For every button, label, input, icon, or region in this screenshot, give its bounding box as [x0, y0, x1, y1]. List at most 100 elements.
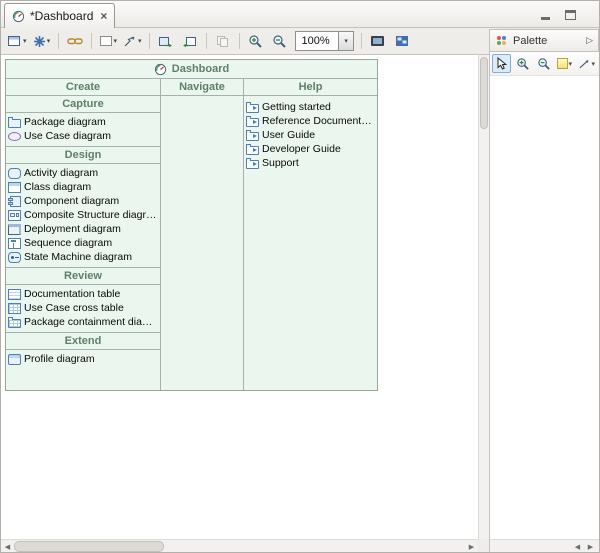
navigate-column-header: Navigate	[161, 79, 243, 96]
line-style-icon	[123, 35, 137, 48]
deployment-diagram-icon	[8, 224, 21, 235]
item-label: State Machine diagram	[24, 251, 132, 263]
note-tool-button[interactable]: ▾	[555, 54, 574, 73]
item-label: Component diagram	[24, 195, 119, 207]
zoom-in-button[interactable]	[245, 30, 267, 52]
package-containment-diagram-icon	[8, 319, 21, 328]
minimize-button[interactable]	[538, 8, 552, 20]
tab-close-icon[interactable]: ×	[100, 10, 107, 22]
validate-menu-button[interactable]: ▾	[31, 30, 53, 52]
dashboard-columns: Create Capture Package diagram Use Case …	[6, 79, 377, 390]
item-activity-diagram[interactable]: Activity diagram	[6, 166, 160, 180]
item-sequence-diagram[interactable]: Sequence diagram	[6, 236, 160, 250]
palette-body: ▾ ▾	[489, 52, 599, 539]
toolbar-separator	[206, 33, 207, 49]
use-case-diagram-icon	[8, 132, 21, 141]
shape-style-icon	[99, 35, 113, 47]
palette-scrollbar[interactable]: ◀ ▶	[489, 539, 599, 553]
diagram-overview-button[interactable]	[391, 30, 413, 52]
activity-diagram-icon	[8, 168, 21, 179]
create-column-header: Create	[6, 79, 160, 96]
item-use-case-cross-table[interactable]: Use Case cross table	[6, 301, 160, 315]
palette-zoom-out-button[interactable]	[534, 54, 553, 73]
item-label: Support	[262, 157, 299, 169]
palette-zoom-in-button[interactable]	[513, 54, 532, 73]
item-documentation-table[interactable]: Documentation table	[6, 287, 160, 301]
save-image-icon	[182, 35, 197, 48]
copy-image-button[interactable]	[155, 30, 177, 52]
save-image-button[interactable]	[179, 30, 201, 52]
dashboard-icon	[154, 63, 167, 76]
item-package-containment-diagram[interactable]: Package containment diagram	[6, 315, 160, 329]
zoom-out-icon	[272, 34, 287, 49]
toolbar-separator	[361, 33, 362, 49]
new-diagram-menu-button[interactable]: ▾	[5, 30, 29, 52]
new-diagram-icon	[7, 34, 22, 48]
item-support[interactable]: Support	[244, 156, 377, 170]
zoom-out-button[interactable]	[269, 30, 291, 52]
item-class-diagram[interactable]: Class diagram	[6, 180, 160, 194]
horizontal-scrollbar-thumb[interactable]	[14, 541, 164, 552]
overview-icon	[395, 35, 409, 47]
navigate-column: Navigate	[161, 79, 244, 390]
item-state-machine-diagram[interactable]: State Machine diagram	[6, 250, 160, 264]
zoom-combo-dropdown-button[interactable]: ▾	[338, 32, 353, 50]
zoom-out-icon	[537, 57, 551, 71]
item-use-case-diagram[interactable]: Use Case diagram	[6, 129, 160, 143]
item-user-guide[interactable]: User Guide	[244, 128, 377, 142]
screenshot-icon	[370, 35, 385, 47]
link-with-editor-icon	[67, 35, 83, 47]
diagram-canvas[interactable]: Dashboard Create Capture Package diagram	[1, 54, 478, 539]
item-profile-diagram[interactable]: Profile diagram	[6, 352, 160, 366]
horizontal-scrollbar-track[interactable]	[14, 540, 465, 553]
link-with-editor-button[interactable]	[64, 30, 86, 52]
section-capture: Capture Package diagram Use Case diagram	[6, 96, 160, 146]
item-label: User Guide	[262, 129, 315, 141]
maximize-button[interactable]	[563, 8, 577, 20]
dropdown-arrow-icon: ▾	[591, 60, 595, 68]
select-tool-button[interactable]	[492, 54, 511, 73]
item-composite-structure-diagram[interactable]: Composite Structure diagram	[6, 208, 160, 222]
minimize-icon	[541, 17, 550, 20]
palette-expand-icon[interactable]: ▷	[586, 35, 593, 46]
shape-style-menu-button[interactable]: ▾	[97, 30, 120, 52]
select-tool-icon	[496, 57, 507, 70]
toolbar-separator	[58, 33, 59, 49]
tab-dashboard[interactable]: *Dashboard ×	[4, 3, 115, 28]
dropdown-arrow-icon: ▾	[569, 60, 573, 68]
help-folder-icon	[246, 118, 259, 127]
section-review: Review Documentation table Use Case cros…	[6, 267, 160, 332]
line-style-menu-button[interactable]: ▾	[121, 30, 144, 52]
main-toolbar: ▾ ▾ ▾ ▾	[3, 28, 413, 54]
dropdown-arrow-icon: ▾	[23, 37, 27, 45]
help-folder-icon	[246, 132, 259, 141]
item-reference-documentation[interactable]: Reference Documentation	[244, 114, 377, 128]
palette-scroll-left-button[interactable]: ◀	[571, 540, 584, 553]
scroll-left-button[interactable]: ◀	[1, 540, 14, 553]
dashboard-widget-title: Dashboard	[6, 60, 377, 79]
item-label: Package containment diagram	[24, 316, 158, 328]
scroll-right-button[interactable]: ▶	[465, 540, 478, 553]
screenshot-button[interactable]	[367, 30, 389, 52]
item-getting-started[interactable]: Getting started	[244, 100, 377, 114]
edge-tool-button[interactable]: ▾	[576, 54, 597, 73]
zoom-level-combo[interactable]: 100% ▾	[295, 31, 354, 51]
package-diagram-icon	[8, 119, 21, 128]
section-header-extend: Extend	[6, 332, 160, 350]
maximize-icon	[565, 10, 576, 20]
item-component-diagram[interactable]: Component diagram	[6, 194, 160, 208]
item-package-diagram[interactable]: Package diagram	[6, 115, 160, 129]
palette-header[interactable]: Palette ▷	[489, 29, 599, 52]
zoom-level-value[interactable]: 100%	[296, 35, 338, 47]
item-developer-guide[interactable]: Developer Guide	[244, 142, 377, 156]
item-deployment-diagram[interactable]: Deployment diagram	[6, 222, 160, 236]
dashboard-widget: Dashboard Create Capture Package diagram	[5, 59, 378, 391]
section-extend: Extend Profile diagram	[6, 332, 160, 369]
item-label: Use Case cross table	[24, 302, 124, 314]
item-label: Use Case diagram	[24, 130, 111, 142]
vertical-scrollbar-thumb[interactable]	[480, 57, 488, 129]
palette-scroll-right-button[interactable]: ▶	[584, 540, 597, 553]
class-diagram-icon	[8, 182, 21, 193]
horizontal-scrollbar[interactable]: ◀ ▶	[1, 539, 478, 553]
vertical-scrollbar[interactable]	[478, 54, 489, 539]
